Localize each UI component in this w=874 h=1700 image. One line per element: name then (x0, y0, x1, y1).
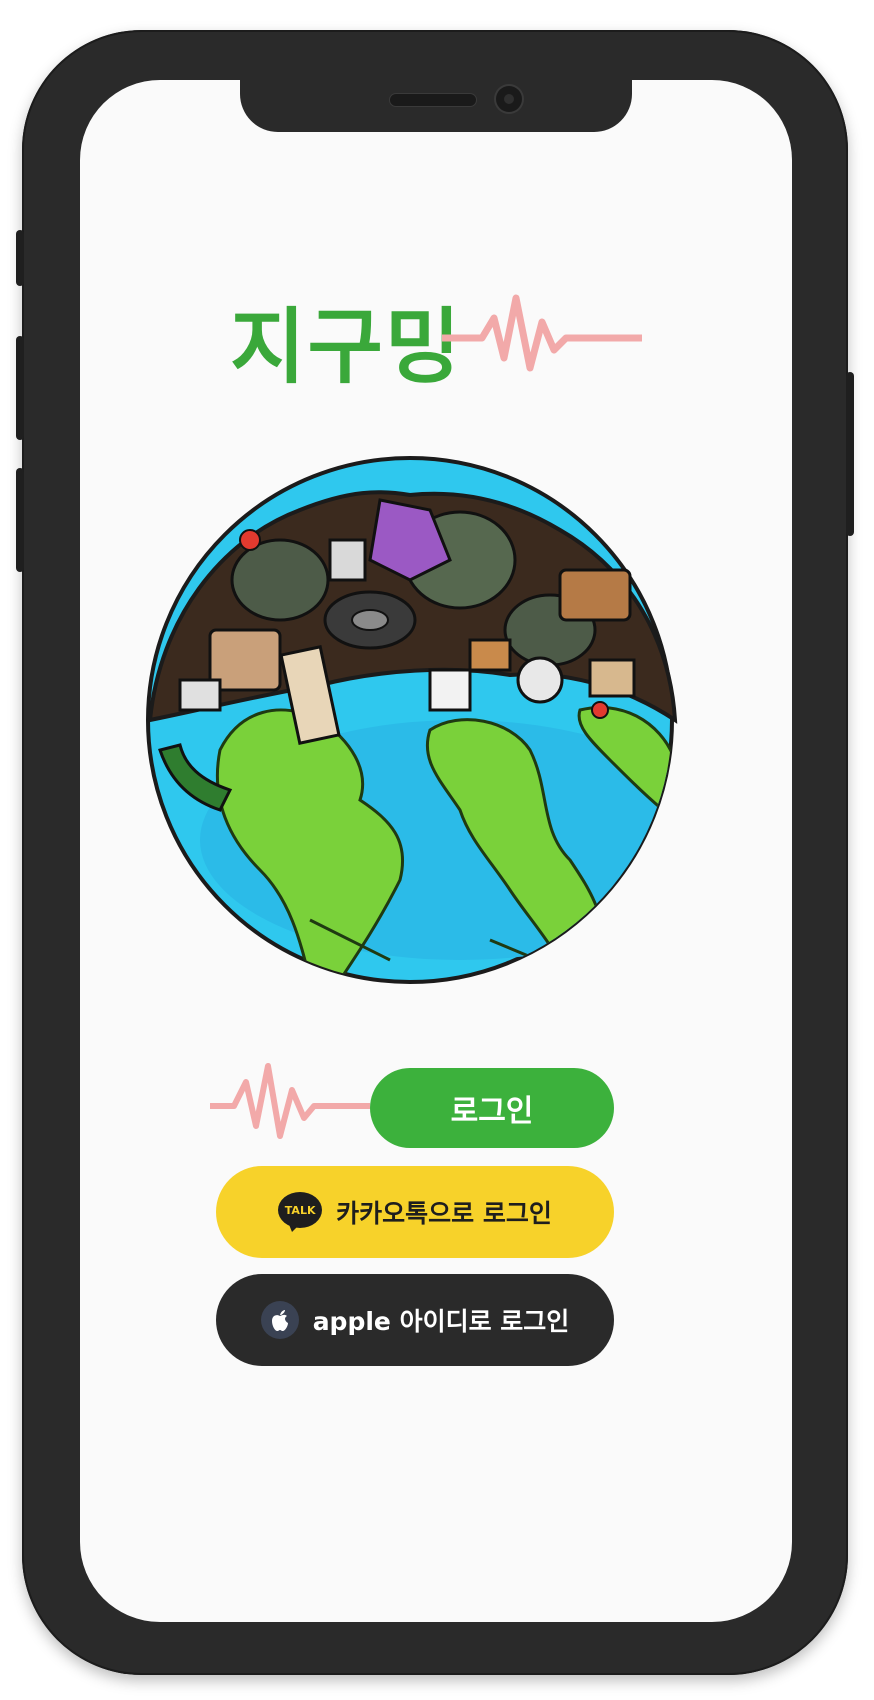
heartbeat-line-icon (210, 1063, 370, 1139)
phone-notch (240, 80, 632, 132)
apple-login-button[interactable]: apple 아이디로 로그인 (216, 1274, 614, 1366)
phone-mute-switch (16, 230, 24, 286)
app-screen: 지구밍 로그인 TALK 카카오톡으로 로그인 apple 아이디로 로그인 (80, 80, 792, 1622)
earth-with-trash-illustration (146, 456, 678, 984)
kakao-login-button[interactable]: TALK 카카오톡으로 로그인 (216, 1166, 614, 1258)
kakao-talk-icon: TALK (278, 1192, 323, 1232)
phone-volume-up-button (16, 336, 24, 440)
phone-power-button (846, 372, 854, 536)
phone-volume-down-button (16, 468, 24, 572)
app-title: 지구밍 (230, 300, 463, 395)
speaker-grille (390, 94, 476, 106)
login-row: 로그인 (210, 1060, 630, 1150)
phone-frame: 지구밍 로그인 TALK 카카오톡으로 로그인 apple 아이디로 로그인 (16, 30, 854, 1675)
kakao-login-label: 카카오톡으로 로그인 (336, 1199, 552, 1228)
login-button-label: 로그인 (450, 1094, 534, 1129)
apple-logo-icon (260, 1301, 299, 1339)
login-button[interactable]: 로그인 (370, 1068, 614, 1148)
apple-login-label: apple 아이디로 로그인 (312, 1307, 570, 1336)
front-camera (496, 86, 522, 112)
app-logo: 지구밍 (230, 280, 650, 395)
heartbeat-line-icon (442, 294, 642, 372)
